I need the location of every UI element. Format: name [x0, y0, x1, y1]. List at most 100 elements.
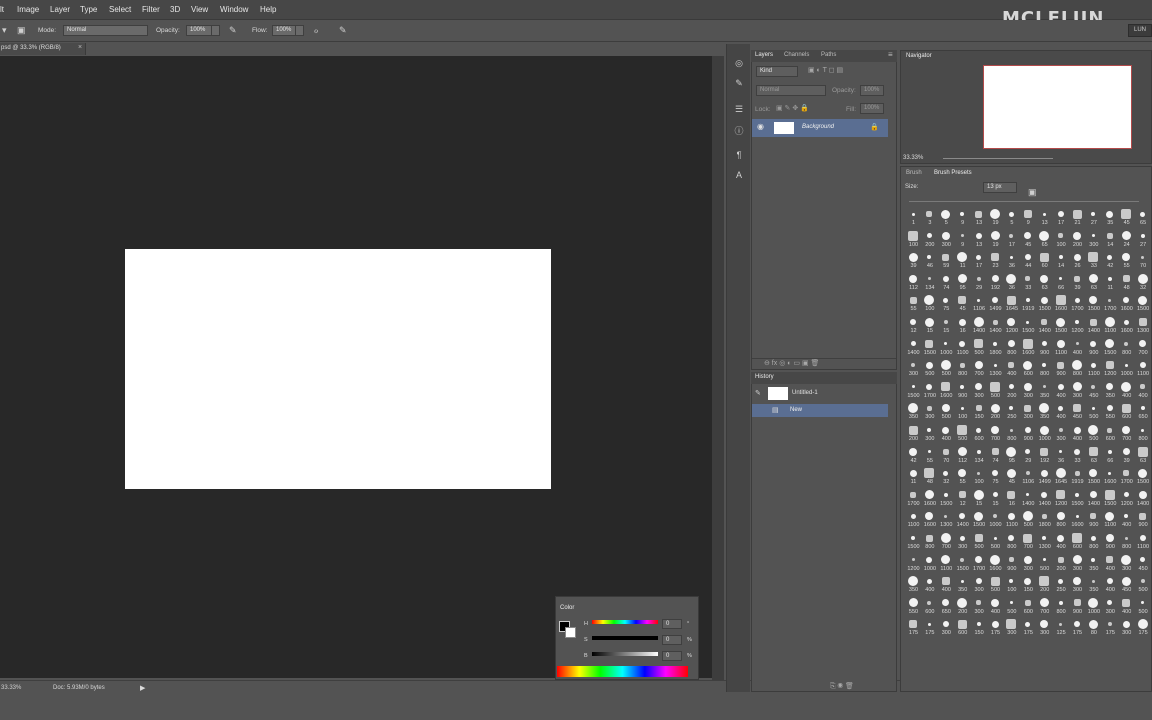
brush-tip-icon — [1007, 490, 1016, 499]
hue-slider[interactable] — [592, 620, 658, 624]
flow-dropdown-button[interactable] — [295, 25, 304, 36]
brightness-slider[interactable] — [592, 652, 658, 656]
brush-preset[interactable]: 32 — [1133, 273, 1152, 294]
layer-blend-mode[interactable]: Normal — [756, 85, 826, 96]
brush-panel-toggle-icon[interactable]: ▣ — [17, 25, 26, 36]
tab-brush-presets[interactable]: Brush Presets — [934, 170, 972, 176]
layer-kind-filter[interactable]: Kind — [756, 66, 798, 77]
brush-preset[interactable]: 63 — [1133, 446, 1152, 467]
brush-preset[interactable]: 700 — [1133, 338, 1152, 359]
layer-opacity-input[interactable]: 100% — [860, 85, 884, 96]
opacity-dropdown-button[interactable] — [211, 25, 220, 36]
history-panel-icon[interactable]: ◎ — [731, 58, 747, 72]
white-canvas[interactable] — [125, 249, 551, 489]
visibility-eye-icon[interactable]: ◉ — [757, 122, 764, 131]
brush-tip-icon — [960, 579, 964, 583]
hue-input[interactable]: 0 — [662, 619, 682, 629]
filter-icons[interactable]: ▣ ◐ T ◻ ▤ — [808, 66, 843, 74]
navigator-zoom-slider[interactable] — [943, 158, 1053, 159]
character-icon[interactable]: A — [731, 170, 747, 184]
brush-panel-icon[interactable]: ✎ — [731, 78, 747, 92]
menu-window[interactable]: Window — [220, 5, 248, 14]
brush-tool-icon[interactable]: ▾ — [2, 25, 7, 36]
history-snapshot-row[interactable]: ✎ Untitled-1 — [752, 386, 888, 401]
saturation-input[interactable]: 0 — [662, 635, 682, 645]
brush-preset[interactable]: 500 — [1133, 597, 1152, 618]
menu-filter[interactable]: Filter — [142, 5, 160, 14]
airbrush-icon[interactable]: ℴ — [314, 25, 318, 36]
paragraph-icon[interactable]: ¶ — [731, 150, 747, 164]
menu-view[interactable]: View — [191, 5, 208, 14]
brush-preset[interactable]: 1100 — [1133, 359, 1152, 380]
fill-input[interactable]: 100% — [860, 103, 884, 114]
brush-preset[interactable]: 1500 — [1133, 294, 1152, 315]
mode-select[interactable]: Normal — [63, 25, 148, 36]
brush-tip-icon — [1124, 514, 1129, 519]
layer-name[interactable]: Background — [802, 124, 834, 130]
menu-3d[interactable]: 3D — [170, 5, 180, 14]
color-spectrum-ramp[interactable] — [557, 666, 688, 677]
brush-tip-icon — [976, 622, 981, 627]
brush-tip-icon — [926, 556, 933, 563]
tab-layers[interactable]: Layers — [755, 52, 773, 58]
navigator-zoom[interactable]: 33.33% — [903, 155, 923, 161]
menu-layer[interactable]: Layer — [50, 5, 70, 14]
tab-history[interactable]: History — [755, 374, 774, 380]
brush-preset[interactable]: 900 — [1133, 510, 1152, 531]
status-menu-arrow-icon[interactable]: ▶ — [140, 684, 145, 692]
brush-size-slider[interactable] — [909, 201, 1139, 202]
menu-edit-partial[interactable]: lt — [0, 5, 4, 14]
brush-preset[interactable]: 650 — [1133, 402, 1152, 423]
brush-folder-icon[interactable]: ▣ — [1028, 187, 1037, 198]
brush-preset[interactable]: 175 — [1133, 618, 1152, 639]
layer-row-background[interactable]: ◉ Background 🔒 — [752, 119, 888, 137]
tab-paths[interactable]: Paths — [821, 52, 836, 58]
brush-preset[interactable]: 1500 — [1133, 467, 1152, 488]
brush-preset[interactable]: 500 — [1133, 575, 1152, 596]
adjustments-icon[interactable]: ☰ — [731, 104, 747, 118]
brush-preset[interactable]: 1100 — [1133, 532, 1152, 553]
brush-preset[interactable]: 1300 — [1133, 316, 1152, 337]
history-state-row[interactable]: ▤ New — [752, 404, 888, 417]
brush-preset[interactable]: 1400 — [1133, 489, 1152, 510]
brush-tip-icon — [927, 450, 931, 454]
pressure-opacity-icon[interactable]: ✎ — [229, 25, 237, 36]
info-icon[interactable]: ⓘ — [731, 124, 747, 138]
brush-tip-icon — [991, 448, 999, 456]
brush-preset[interactable]: 450 — [1133, 554, 1152, 575]
background-swatch[interactable] — [565, 627, 576, 638]
brush-preset[interactable]: 800 — [1133, 424, 1152, 445]
panel-menu-icon[interactable]: ≡ — [888, 50, 893, 59]
brush-preset[interactable]: 27 — [1133, 230, 1152, 251]
doc-size-status[interactable]: Doc: 5.93M/0 bytes — [53, 685, 105, 691]
brush-preset[interactable]: 70 — [1133, 251, 1152, 272]
history-state-name[interactable]: New — [790, 407, 802, 413]
tab-channels[interactable]: Channels — [784, 52, 809, 58]
menu-type[interactable]: Type — [80, 5, 97, 14]
navigator-thumbnail[interactable] — [983, 65, 1132, 149]
snapshot-name[interactable]: Untitled-1 — [792, 390, 818, 396]
link-layers-icon[interactable]: ⊖ fx ◎ ◐ ▭ ▣ 🗑 — [764, 359, 819, 367]
opacity-input[interactable]: 100% — [186, 25, 212, 36]
close-tab-icon[interactable]: × — [78, 44, 82, 51]
history-brush-source-icon[interactable]: ✎ — [755, 389, 761, 397]
tab-navigator[interactable]: Navigator — [906, 53, 932, 59]
zoom-status[interactable]: 33.33% — [1, 685, 21, 691]
brush-preset[interactable]: 400 — [1133, 381, 1152, 402]
lock-icons[interactable]: ▣ ✎ ✥ 🔒 — [776, 104, 809, 112]
flow-input[interactable]: 100% — [272, 25, 296, 36]
pressure-size-icon[interactable]: ✎ — [339, 25, 347, 36]
history-footer-icons[interactable]: ⎘ ◉ 🗑 — [830, 682, 854, 691]
menu-help[interactable]: Help — [260, 5, 276, 14]
menu-select[interactable]: Select — [109, 5, 131, 14]
brush-size-input[interactable]: 13 px — [983, 182, 1017, 193]
saturation-slider[interactable] — [592, 636, 658, 640]
brightness-input[interactable]: 0 — [662, 651, 682, 661]
workspace-switcher-button[interactable]: LUN — [1128, 24, 1152, 37]
tab-brush[interactable]: Brush — [906, 170, 922, 176]
brush-tip-icon — [1040, 274, 1049, 283]
tab-color[interactable]: Color — [560, 605, 574, 611]
menu-image[interactable]: Image — [17, 5, 39, 14]
brush-preset[interactable]: 65 — [1133, 208, 1152, 229]
document-tab[interactable]: psd @ 33.3% (RGB/8) × — [0, 43, 86, 55]
